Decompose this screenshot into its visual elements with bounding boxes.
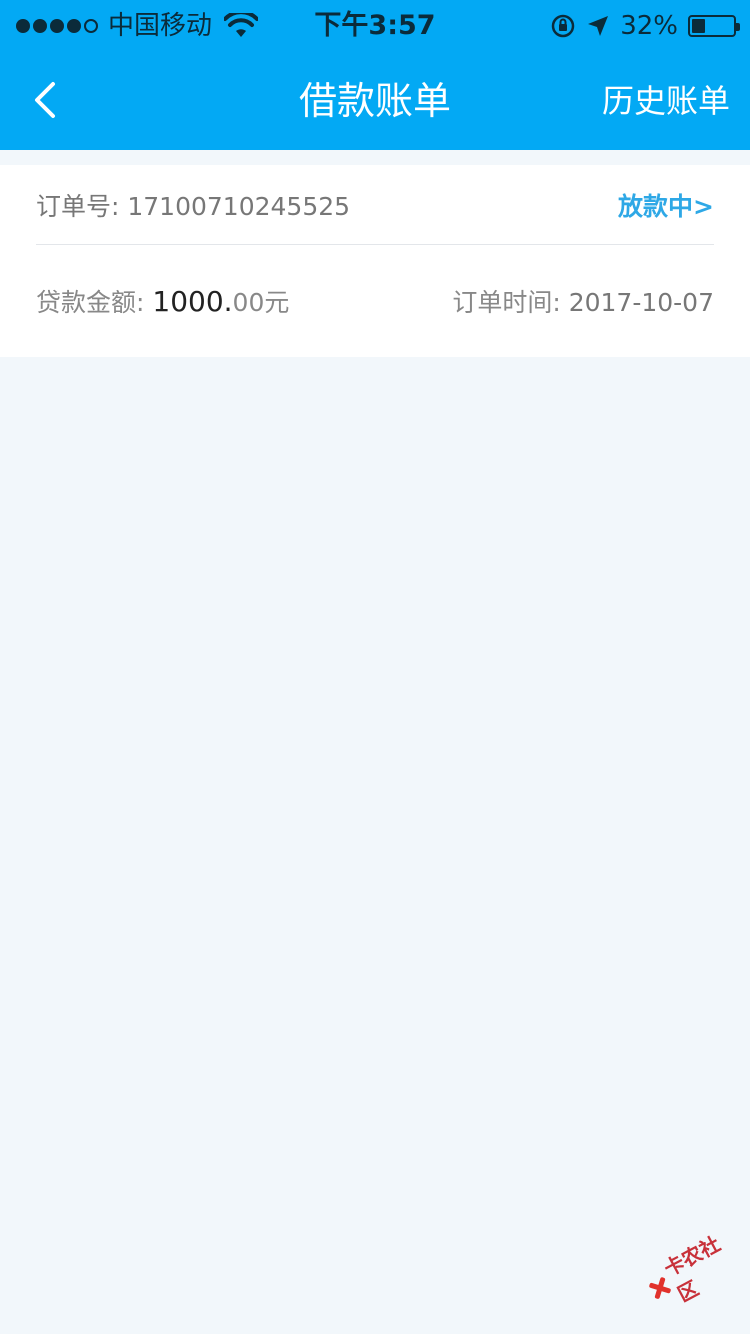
rotation-lock-icon xyxy=(551,14,575,38)
watermark-logo: 卡农社区 xyxy=(636,1220,750,1320)
status-right: 32% xyxy=(550,10,740,42)
order-number-label: 订单号: xyxy=(36,191,128,221)
order-number: 订单号: 17100710245525 xyxy=(36,187,350,223)
loan-bill-card[interactable]: 订单号: 17100710245525 放款中> 贷款金额: 1000.00元 … xyxy=(0,165,750,357)
order-number-row: 订单号: 17100710245525 放款中> xyxy=(36,165,714,245)
watermark-text: 卡农社区 xyxy=(659,1231,725,1307)
order-time-label: 订单时间: xyxy=(452,288,569,317)
history-bills-button[interactable]: 历史账单 xyxy=(602,52,730,150)
nav-bar: 借款账单 历史账单 xyxy=(0,52,750,150)
location-arrow-icon xyxy=(588,16,609,36)
order-details-row: 贷款金额: 1000.00元 订单时间: 2017-10-07 xyxy=(36,245,714,357)
loan-amount-label: 贷款金额: xyxy=(36,288,153,317)
loan-amount: 贷款金额: 1000.00元 xyxy=(36,283,289,319)
loan-amount-integer: 1000. xyxy=(152,285,233,318)
battery-icon xyxy=(688,15,740,37)
loan-amount-decimal: 00元 xyxy=(232,288,290,317)
status-bar: 中国移动 下午3:57 32% xyxy=(0,0,750,52)
order-number-value: 17100710245525 xyxy=(127,191,351,221)
battery-percent: 32% xyxy=(620,11,678,41)
top-bar: 中国移动 下午3:57 32% 借款账单 历史账单 xyxy=(0,0,750,150)
order-time: 订单时间: 2017-10-07 xyxy=(452,283,714,319)
order-time-value: 2017-10-07 xyxy=(568,288,714,317)
battery-fill xyxy=(692,19,705,33)
loan-status-link[interactable]: 放款中> xyxy=(618,187,714,223)
